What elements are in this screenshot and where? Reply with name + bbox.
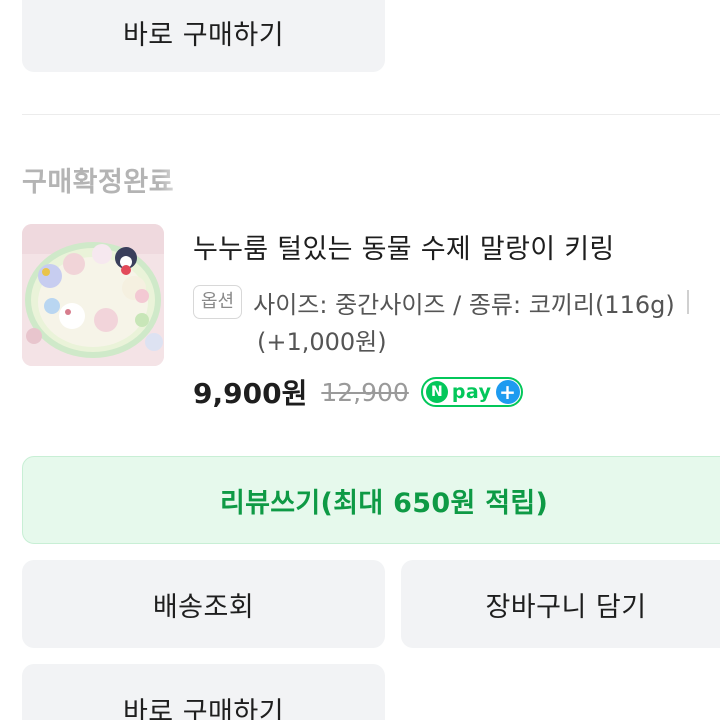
- add-to-cart-label: 장바구니 담기: [485, 591, 647, 623]
- buy-now-label: 바로 구매하기: [122, 19, 285, 51]
- track-delivery-label: 배송조회: [152, 591, 255, 623]
- write-review-button[interactable]: 리뷰쓰기(최대 650원 적립): [22, 456, 720, 544]
- buy-now-label-bottom: 바로 구매하기: [122, 697, 285, 720]
- track-delivery-button[interactable]: 배송조회: [22, 560, 385, 648]
- order-status-label: 구매확정완료: [22, 167, 175, 198]
- npay-plus-badge: N pay +: [420, 377, 523, 407]
- option-extra-price: (+1,000원): [257, 328, 387, 356]
- buy-now-button-bottom[interactable]: 바로 구매하기: [22, 664, 385, 720]
- npay-text: pay: [451, 381, 492, 403]
- npay-plus-icon: +: [495, 380, 520, 404]
- squishy-keyring-photo-icon: [22, 224, 164, 366]
- sale-price: 9,900원: [193, 377, 308, 410]
- original-price: 12,900: [321, 377, 409, 407]
- product-option-row: 옵션 사이즈: 중간사이즈 / 종류: 코끼리(116g): [193, 282, 720, 322]
- option-separator: [686, 290, 689, 314]
- add-to-cart-button[interactable]: 장바구니 담기: [401, 560, 720, 648]
- write-review-label: 리뷰쓰기(최대 650원 적립): [220, 487, 549, 519]
- product-title[interactable]: 누누룸 털있는 동물 수제 말랑이 키링: [193, 227, 615, 266]
- order-detail-page: 바로 구매하기 구매확정완료 누누룸 털있는 동물 수제 말랑이 키링 옵션 사…: [0, 0, 720, 720]
- option-badge: 옵션: [193, 285, 243, 319]
- price-row: 9,900원 12,900 N pay +: [193, 372, 523, 412]
- npay-n-icon: N: [425, 381, 448, 403]
- section-divider: [22, 114, 720, 115]
- buy-now-button-top[interactable]: 바로 구매하기: [22, 0, 385, 72]
- product-thumbnail[interactable]: [22, 224, 164, 366]
- option-text: 사이즈: 중간사이즈 / 종류: 코끼리(116g): [253, 290, 675, 319]
